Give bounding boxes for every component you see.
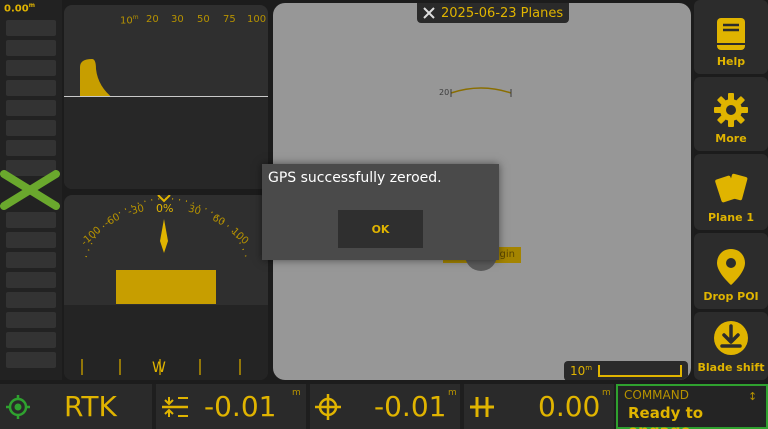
dialog-message: GPS successfully zeroed. bbox=[268, 170, 442, 186]
ok-button[interactable]: OK bbox=[338, 210, 423, 248]
alert-dialog: GPS successfully zeroed. OK bbox=[262, 164, 499, 260]
dialog-overlay: GPS successfully zeroed. OK bbox=[0, 0, 768, 429]
